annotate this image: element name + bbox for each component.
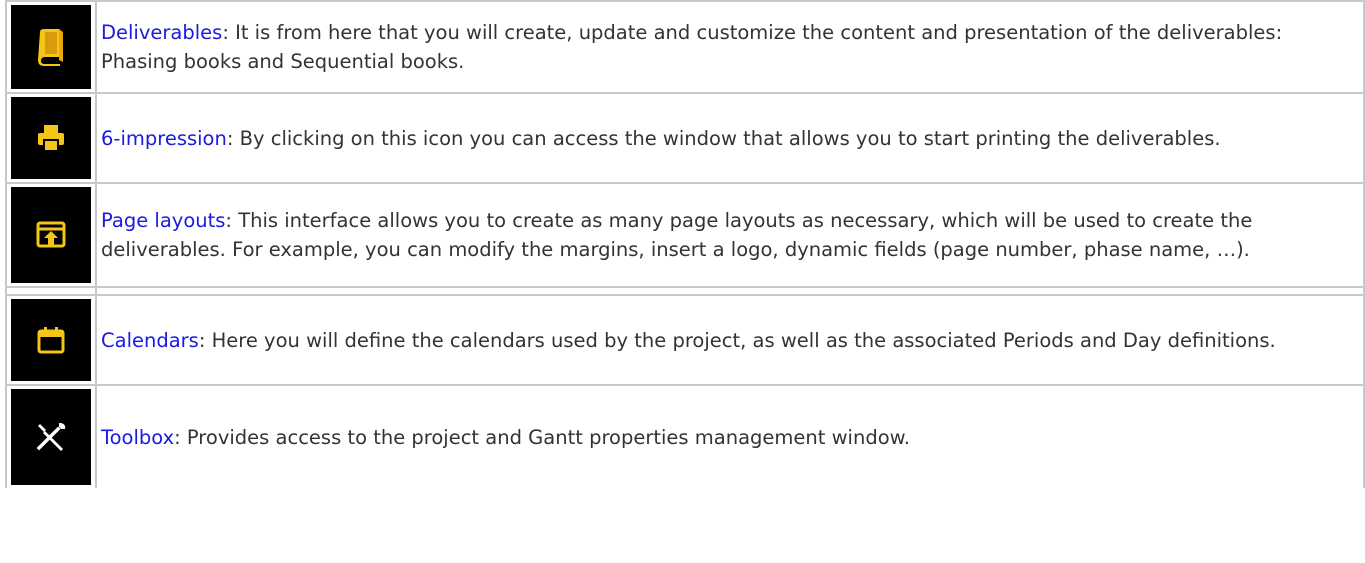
row-description: : This interface allows you to create as… xyxy=(101,209,1253,261)
icon-cell xyxy=(5,0,97,94)
icon-cell xyxy=(5,92,97,184)
book-icon[interactable] xyxy=(11,5,91,89)
table-row: Toolbox: Provides access to the project … xyxy=(5,384,1365,488)
row-description: : It is from here that you will create, … xyxy=(101,21,1283,73)
row-text: 6-impression: By clicking on this icon y… xyxy=(95,92,1365,184)
icon-cell xyxy=(5,294,97,386)
calendar-icon[interactable] xyxy=(11,299,91,381)
icon-cell xyxy=(5,182,97,288)
row-description: : Here you will define the calendars use… xyxy=(198,328,1276,352)
row-text: Calendars: Here you will define the cale… xyxy=(95,294,1365,386)
table-row: 6-impression: By clicking on this icon y… xyxy=(5,92,1365,184)
row-description: : Provides access to the project and Gan… xyxy=(174,425,910,449)
toolbox-link[interactable]: Toolbox xyxy=(101,426,174,449)
page-layout-icon[interactable] xyxy=(11,187,91,283)
row-text: Toolbox: Provides access to the project … xyxy=(95,384,1365,488)
impression-link[interactable]: 6-impression xyxy=(101,127,227,150)
calendars-link[interactable]: Calendars xyxy=(101,329,199,352)
row-description: : By clicking on this icon you can acces… xyxy=(226,126,1221,150)
row-text: Deliverables: It is from here that you w… xyxy=(95,0,1365,94)
page-layouts-link[interactable]: Page layouts xyxy=(101,209,225,232)
features-table: Deliverables: It is from here that you w… xyxy=(5,0,1365,488)
table-row: Deliverables: It is from here that you w… xyxy=(5,0,1365,94)
printer-icon[interactable] xyxy=(11,97,91,179)
row-text: Page layouts: This interface allows you … xyxy=(95,182,1365,288)
separator-cell xyxy=(5,286,97,296)
table-row: Page layouts: This interface allows you … xyxy=(5,182,1365,288)
row-separator xyxy=(5,286,1365,296)
separator-cell xyxy=(95,286,1365,296)
table-row: Calendars: Here you will define the cale… xyxy=(5,294,1365,386)
tools-icon[interactable] xyxy=(11,389,91,485)
icon-cell xyxy=(5,384,97,488)
deliverables-link[interactable]: Deliverables xyxy=(101,21,222,44)
